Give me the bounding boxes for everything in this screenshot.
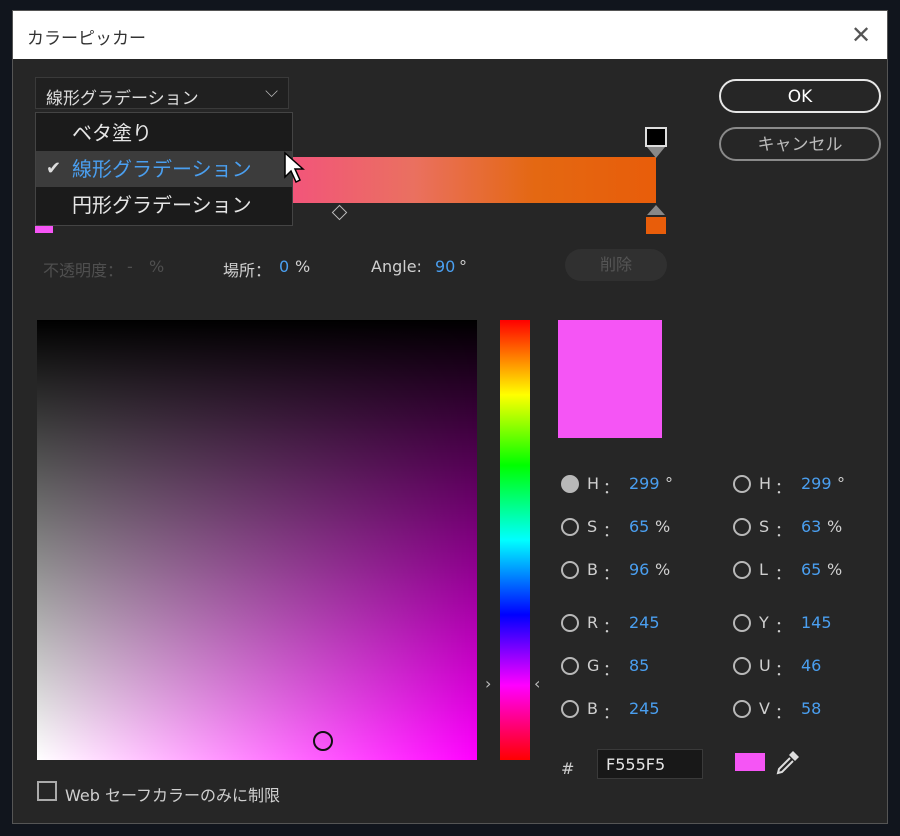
location-unit: % xyxy=(295,257,311,276)
saturation-brightness-field[interactable] xyxy=(37,320,477,760)
saturation-unit: % xyxy=(655,517,671,536)
chevron-down-icon: ⌵ xyxy=(265,82,278,102)
radio-brightness[interactable] xyxy=(561,561,579,579)
colon: ： xyxy=(603,617,620,636)
blue-label: B xyxy=(587,699,598,718)
colon: ： xyxy=(603,660,620,679)
lightness-unit: % xyxy=(827,560,843,579)
location-label: 場所： xyxy=(223,261,272,280)
green-value[interactable]: 85 xyxy=(629,656,649,675)
y-label: Y xyxy=(759,613,769,632)
colon: ： xyxy=(775,564,792,583)
colon: ： xyxy=(603,703,620,722)
hex-input[interactable]: F555F5 xyxy=(597,749,703,779)
radio-red[interactable] xyxy=(561,614,579,632)
lightness-label: L xyxy=(759,560,768,579)
radio-hsl-saturation[interactable] xyxy=(733,518,751,536)
menu-item-solid[interactable]: ベタ塗り xyxy=(36,115,292,151)
gradient-preview-bar[interactable] xyxy=(292,157,656,203)
hue-slider-handle-right[interactable]: ‹ xyxy=(534,674,540,693)
gradient-type-dropdown[interactable]: 線形グラデーション ⌵ xyxy=(35,77,289,109)
hex-value: F555F5 xyxy=(606,755,666,774)
radio-hsl-hue[interactable] xyxy=(733,475,751,493)
colon: ： xyxy=(775,521,792,540)
saturation-label: S xyxy=(587,517,598,536)
web-safe-checkbox[interactable] xyxy=(37,781,57,801)
radio-v[interactable] xyxy=(733,700,751,718)
check-icon: ✔ xyxy=(46,158,62,179)
radio-green[interactable] xyxy=(561,657,579,675)
angle-unit: ° xyxy=(459,257,467,276)
mouse-cursor-icon xyxy=(284,151,305,184)
saturation-value[interactable]: 65 xyxy=(629,517,649,536)
angle-value[interactable]: 90 xyxy=(435,257,455,276)
y-value[interactable]: 145 xyxy=(801,613,832,632)
hue-label: H xyxy=(587,474,600,493)
title-bar: カラーピッカー ✕ xyxy=(13,11,887,59)
menu-item-label: 円形グラデーション xyxy=(72,193,252,217)
brightness-unit: % xyxy=(655,560,671,579)
colon: ： xyxy=(775,703,792,722)
menu-item-linear[interactable]: ✔ 線形グラデーション xyxy=(36,151,292,187)
hsl-hue-unit: ° xyxy=(837,474,845,493)
gradient-midpoint-diamond[interactable] xyxy=(331,204,348,221)
u-value[interactable]: 46 xyxy=(801,656,821,675)
gradient-type-menu: ベタ塗り ✔ 線形グラデーション 円形グラデーション xyxy=(35,112,293,226)
hue-slider-handle-left[interactable]: › xyxy=(485,674,491,693)
green-label: G xyxy=(587,656,600,675)
colon: ： xyxy=(775,478,792,497)
brightness-label: B xyxy=(587,560,598,579)
colon: ： xyxy=(603,521,620,540)
colon: ： xyxy=(603,478,620,497)
color-picker-dialog: カラーピッカー ✕ 線形グラデーション ⌵ ベタ塗り ✔ 線形グラデーション 円… xyxy=(12,10,888,824)
hsl-saturation-label: S xyxy=(759,517,770,536)
dialog-title: カラーピッカー xyxy=(27,29,146,49)
red-value[interactable]: 245 xyxy=(629,613,660,632)
angle-label: Angle: xyxy=(371,257,422,276)
opacity-unit: % xyxy=(149,257,165,276)
hex-prefix: # xyxy=(561,759,575,778)
opacity-label: 不透明度： xyxy=(43,261,124,280)
v-value[interactable]: 58 xyxy=(801,699,821,718)
color-field-marker[interactable] xyxy=(313,731,333,751)
cancel-button[interactable]: キャンセル xyxy=(719,127,881,161)
radio-blue[interactable] xyxy=(561,700,579,718)
colon: ： xyxy=(775,617,792,636)
colon: ： xyxy=(603,564,620,583)
lightness-value[interactable]: 65 xyxy=(801,560,821,579)
current-color-swatch xyxy=(558,320,662,438)
red-label: R xyxy=(587,613,599,632)
delete-button[interactable]: 削除 xyxy=(565,249,667,281)
blue-value[interactable]: 245 xyxy=(629,699,660,718)
v-label: V xyxy=(759,699,770,718)
close-icon[interactable]: ✕ xyxy=(847,21,875,49)
hsl-saturation-value[interactable]: 63 xyxy=(801,517,821,536)
hue-unit: ° xyxy=(665,474,673,493)
hsl-hue-label: H xyxy=(759,474,772,493)
radio-lightness[interactable] xyxy=(733,561,751,579)
menu-item-label: ベタ塗り xyxy=(72,121,152,145)
hsl-saturation-unit: % xyxy=(827,517,843,536)
u-label: U xyxy=(759,656,771,675)
hex-color-swatch xyxy=(735,753,765,771)
radio-hue[interactable] xyxy=(561,475,579,493)
hue-value[interactable]: 299 xyxy=(629,474,660,493)
menu-item-radial[interactable]: 円形グラデーション xyxy=(36,187,292,223)
location-value[interactable]: 0 xyxy=(279,257,289,276)
brightness-value[interactable]: 96 xyxy=(629,560,649,579)
radio-u[interactable] xyxy=(733,657,751,675)
color-stop-right[interactable] xyxy=(645,205,667,235)
ok-button[interactable]: OK xyxy=(719,79,881,113)
gradient-type-selected: 線形グラデーション xyxy=(46,89,199,109)
web-safe-label: Web セーフカラーのみに制限 xyxy=(65,786,281,805)
hsl-hue-value[interactable]: 299 xyxy=(801,474,832,493)
opacity-value: - xyxy=(127,257,133,276)
opacity-stop-right[interactable] xyxy=(645,127,667,159)
hue-slider[interactable] xyxy=(500,320,530,760)
colon: ： xyxy=(775,660,792,679)
radio-saturation[interactable] xyxy=(561,518,579,536)
menu-item-label: 線形グラデーション xyxy=(72,157,252,181)
eyedropper-icon[interactable] xyxy=(775,749,801,775)
radio-y[interactable] xyxy=(733,614,751,632)
